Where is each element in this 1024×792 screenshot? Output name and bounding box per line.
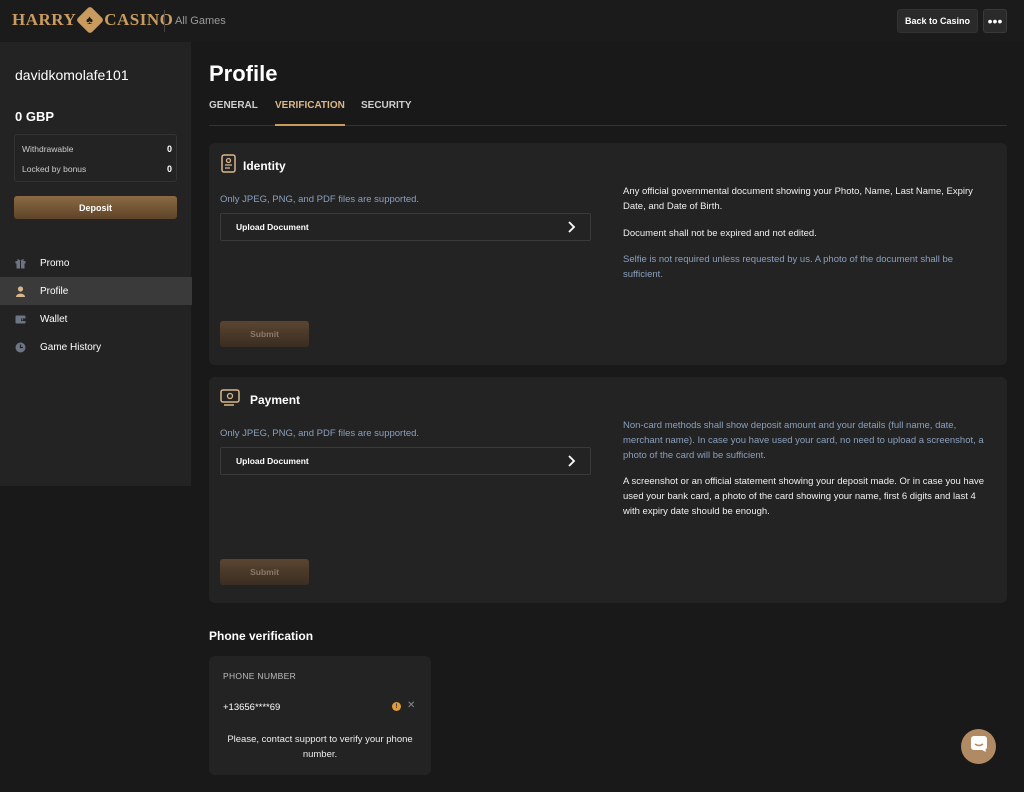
chevron-right-icon [566, 454, 578, 468]
gift-icon [15, 258, 26, 269]
payment-info-non-card: Non-card methods shall show deposit amou… [623, 420, 984, 461]
phone-verification-title: Phone verification [209, 629, 314, 643]
locked-by-bonus-row: Locked by bonus 0 [22, 164, 172, 174]
phone-verification-card: PHONE NUMBER +13656****69 ! ✕ Please, co… [209, 656, 431, 775]
id-document-icon [220, 154, 238, 173]
tab-general[interactable]: GENERAL [209, 100, 258, 126]
withdrawable-value: 0 [166, 144, 172, 154]
sidebar-item-promo[interactable]: Promo [0, 249, 192, 277]
logo-left-text: HARRY [12, 10, 77, 29]
deposit-button[interactable]: Deposit [14, 196, 177, 219]
page-title: Profile [209, 61, 278, 86]
locked-by-bonus-label: Locked by bonus [22, 164, 87, 174]
pending-status-icon: ! [392, 702, 401, 711]
payment-submit-button[interactable]: Submit [220, 559, 309, 585]
phone-number-label: PHONE NUMBER [223, 671, 297, 681]
back-to-casino-button[interactable]: Back to Casino [897, 9, 978, 33]
sidebar-item-label: Promo [40, 257, 70, 269]
username: davidkomolafe101 [15, 67, 129, 83]
balance-amount: 0 GBP [15, 109, 55, 124]
harry-casino-logo[interactable]: HARRY ♠ CASINO [12, 5, 174, 35]
identity-title: Identity [243, 159, 286, 173]
payment-card: Payment Only JPEG, PNG, and PDF files ar… [209, 377, 1007, 603]
sidebar-item-label: Wallet [40, 313, 68, 325]
sidebar-item-label: Game History [40, 341, 102, 353]
chat-icon [970, 735, 988, 758]
payment-card-icon [220, 388, 240, 406]
identity-upload-document-button[interactable]: Upload Document [220, 213, 591, 241]
phone-number-value: +13656****69 [223, 702, 281, 713]
identity-info-expiry: Document shall not be expired and not ed… [623, 228, 817, 239]
sidebar: davidkomolafe101 0 GBP Withdrawable 0 Lo… [0, 42, 192, 486]
sidebar-item-label: Profile [40, 285, 69, 297]
identity-info-selfie: Selfie is not required unless requested … [623, 254, 954, 280]
top-header: HARRY ♠ CASINO All Games Back to Casino … [0, 0, 1024, 42]
identity-card: Identity Only JPEG, PNG, and PDF files a… [209, 143, 1007, 365]
remove-phone-icon[interactable]: ✕ [407, 700, 415, 711]
phone-verification-message: Please, contact support to verify your p… [227, 734, 413, 760]
logo-right-text: CASINO [104, 10, 174, 29]
identity-info-documents: Any official governmental document showi… [623, 186, 973, 212]
tab-security[interactable]: SECURITY [361, 100, 412, 126]
locked-by-bonus-value: 0 [166, 164, 172, 174]
upload-label: Upload Document [236, 222, 309, 232]
more-menu-button[interactable]: ••• [983, 9, 1007, 33]
withdrawable-label: Withdrawable [22, 144, 74, 154]
payment-info-screenshot: A screenshot or an official statement sh… [623, 476, 985, 517]
header-divider [164, 10, 165, 32]
upload-label: Upload Document [236, 456, 309, 466]
chevron-right-icon [566, 220, 578, 234]
sidebar-item-game-history[interactable]: Game History [0, 333, 192, 361]
wallet-icon [15, 314, 26, 325]
sidebar-item-wallet[interactable]: Wallet [0, 305, 192, 333]
identity-submit-button[interactable]: Submit [220, 321, 309, 347]
withdrawable-row: Withdrawable 0 [22, 144, 172, 154]
payment-upload-document-button[interactable]: Upload Document [220, 447, 591, 475]
profile-tabs: GENERAL VERIFICATION SECURITY [209, 100, 1007, 126]
sidebar-item-profile[interactable]: Profile [0, 277, 192, 305]
user-icon [15, 285, 26, 297]
support-chat-button[interactable] [961, 729, 996, 764]
identity-supported-formats: Only JPEG, PNG, and PDF files are suppor… [220, 194, 420, 205]
payment-title: Payment [250, 393, 301, 407]
payment-supported-formats: Only JPEG, PNG, and PDF files are suppor… [220, 428, 420, 439]
balance-details: Withdrawable 0 Locked by bonus 0 [14, 134, 177, 182]
tab-verification[interactable]: VERIFICATION [275, 100, 345, 126]
all-games-link[interactable]: All Games [175, 15, 226, 27]
clock-icon [15, 342, 26, 353]
spade-logo-icon: ♠ [76, 5, 105, 35]
